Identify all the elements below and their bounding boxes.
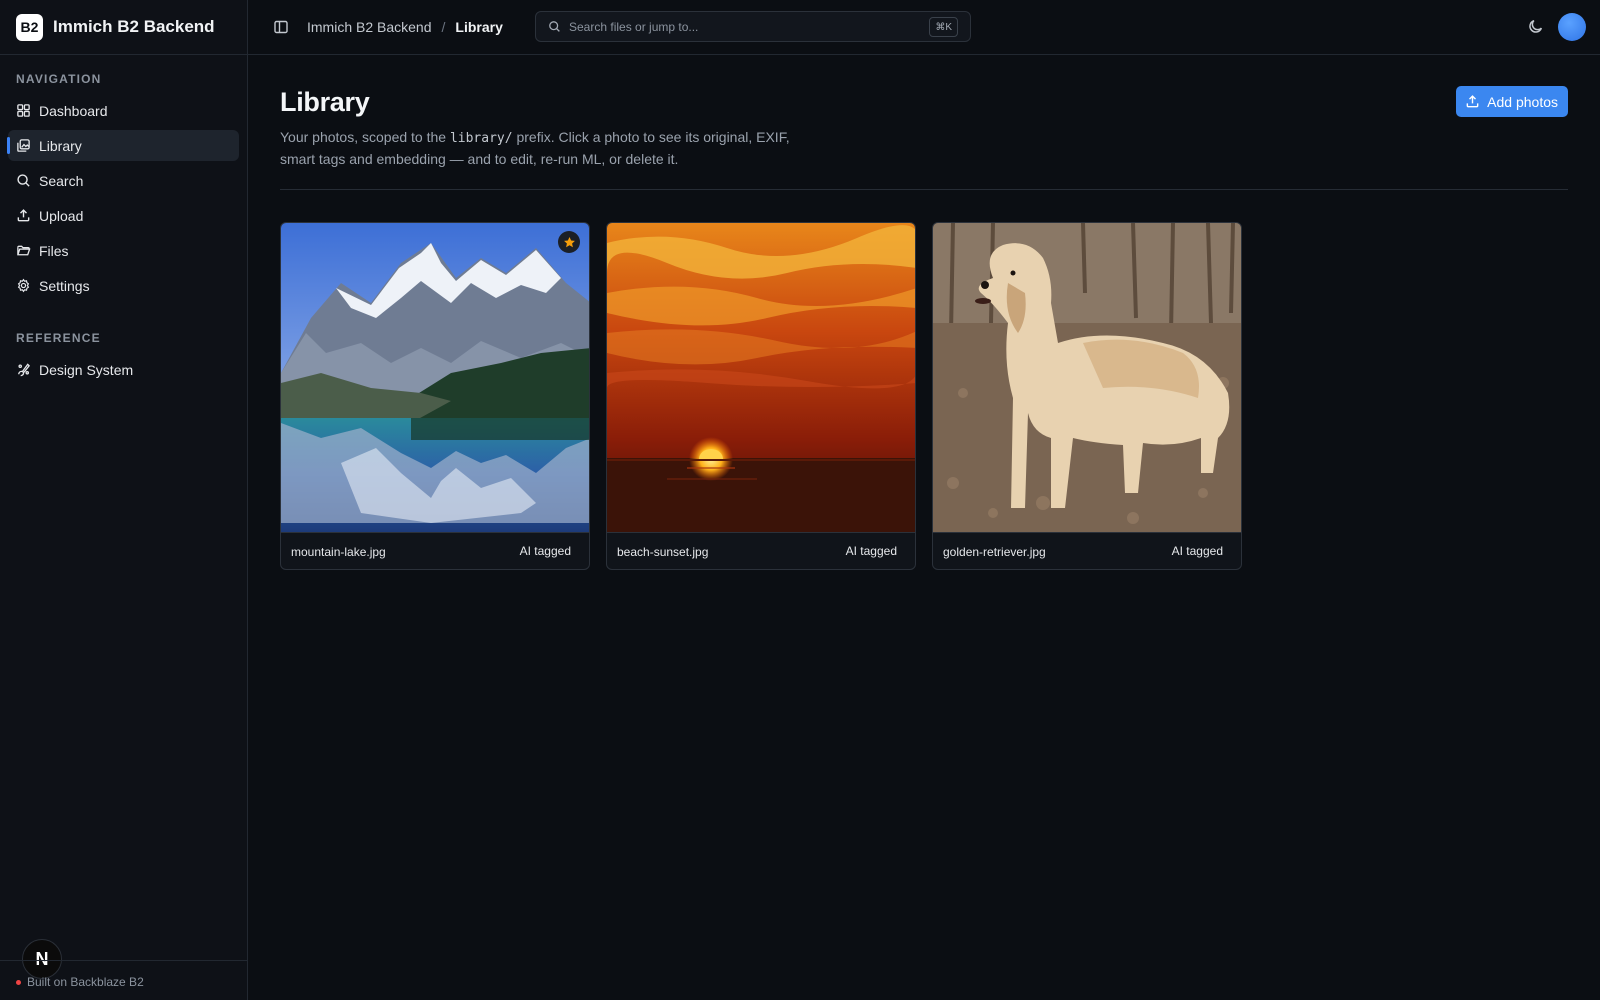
sidebar-item-design-system[interactable]: Design System (8, 354, 239, 385)
sidebar-item-label: Files (39, 242, 69, 259)
favorite-badge[interactable] (558, 231, 580, 253)
reference-heading: REFERENCE (16, 331, 101, 345)
nav-heading: NAVIGATION (16, 72, 102, 86)
footer-text: Built on Backblaze B2 (27, 975, 144, 989)
main-content: Library Your photos, scoped to the libra… (280, 55, 1568, 570)
search-placeholder: Search files or jump to... (569, 19, 699, 34)
page-description: Your photos, scoped to the library/ pref… (280, 127, 820, 169)
topbar: Immich B2 Backend / Library Search files… (248, 0, 1600, 55)
divider (280, 189, 1568, 190)
status-dot (16, 980, 21, 985)
design-icon (18, 363, 31, 377)
card-footer: beach-sunset.jpg AI tagged (607, 532, 915, 569)
sidebar-toggle-icon (274, 20, 288, 34)
gear-icon (17, 278, 30, 293)
beach-sunset-image (607, 223, 915, 532)
sidebar-item-label: Upload (39, 207, 84, 224)
card-footer: mountain-lake.jpg AI tagged (281, 532, 589, 569)
ai-tag-badge: AI tagged (845, 543, 897, 558)
brand-logo: B2 (16, 13, 43, 41)
photo-thumbnail-golden-retriever[interactable] (933, 223, 1241, 532)
brand-name: Immich B2 Backend (53, 17, 215, 36)
sidebar-item-label: Design System (39, 361, 134, 378)
brand[interactable]: B2 Immich B2 Backend (0, 0, 247, 55)
card-footer: golden-retriever.jpg AI tagged (933, 532, 1241, 569)
folder-icon (17, 245, 31, 256)
photo-grid: mountain-lake.jpg AI tagged beach-sunset… (280, 222, 1568, 570)
sidebar-item-settings[interactable]: Settings (8, 270, 239, 301)
library-icon (17, 139, 30, 152)
sidebar-item-dashboard[interactable]: Dashboard (8, 95, 239, 126)
photo-card[interactable]: golden-retriever.jpg AI tagged (932, 222, 1242, 570)
moon-icon (1529, 19, 1543, 33)
golden-retriever-image (933, 223, 1241, 532)
search-icon (549, 21, 560, 32)
dashboard-icon (17, 104, 30, 117)
avatar[interactable] (1558, 13, 1586, 41)
sidebar-item-search[interactable]: Search (8, 165, 239, 196)
photo-filename: beach-sunset.jpg (617, 544, 709, 559)
breadcrumb-parent[interactable]: Immich B2 Backend (307, 19, 432, 35)
sidebar-item-label: Library (39, 137, 82, 154)
search-icon (17, 174, 30, 187)
sidebar-item-upload[interactable]: Upload (8, 200, 239, 231)
sidebar-item-library[interactable]: Library (7, 130, 239, 161)
prefix-code: library/ (449, 131, 513, 146)
theme-toggle-button[interactable] (1527, 18, 1544, 35)
breadcrumb: Immich B2 Backend / Library (307, 19, 503, 35)
nav-section: NAVIGATION Dashboard Library Search Uplo… (0, 72, 247, 385)
photo-thumbnail-beach-sunset[interactable] (607, 223, 915, 532)
photo-card[interactable]: beach-sunset.jpg AI tagged (606, 222, 916, 570)
photo-filename: golden-retriever.jpg (943, 544, 1046, 559)
search-input[interactable]: Search files or jump to... ⌘K (535, 11, 971, 42)
sidebar-toggle-button[interactable] (272, 18, 290, 36)
star-icon (563, 236, 575, 247)
ai-tag-badge: AI tagged (519, 543, 571, 558)
desc-before: Your photos, scoped to the (280, 129, 450, 145)
photo-filename: mountain-lake.jpg (291, 544, 386, 559)
upload-icon (17, 209, 30, 222)
sidebar-item-label: Dashboard (39, 102, 108, 119)
sidebar-item-label: Search (39, 172, 84, 189)
upload-icon (1466, 95, 1479, 108)
sidebar-item-label: Settings (39, 277, 90, 294)
sidebar: B2 Immich B2 Backend NAVIGATION Dashboar… (0, 0, 248, 1000)
search-shortcut: ⌘K (929, 17, 958, 37)
sidebar-footer: Built on Backblaze B2 (0, 960, 247, 1000)
photo-thumbnail-mountain-lake[interactable] (281, 223, 589, 532)
sidebar-item-files[interactable]: Files (8, 235, 239, 266)
breadcrumb-current: Library (455, 19, 503, 35)
mountain-lake-image (281, 223, 589, 532)
breadcrumb-separator: / (441, 19, 446, 35)
add-photos-label: Add photos (1487, 93, 1558, 110)
photo-card[interactable]: mountain-lake.jpg AI tagged (280, 222, 590, 570)
add-photos-button[interactable]: Add photos (1456, 86, 1568, 117)
ai-tag-badge: AI tagged (1171, 543, 1223, 558)
page-title: Library (280, 87, 370, 117)
